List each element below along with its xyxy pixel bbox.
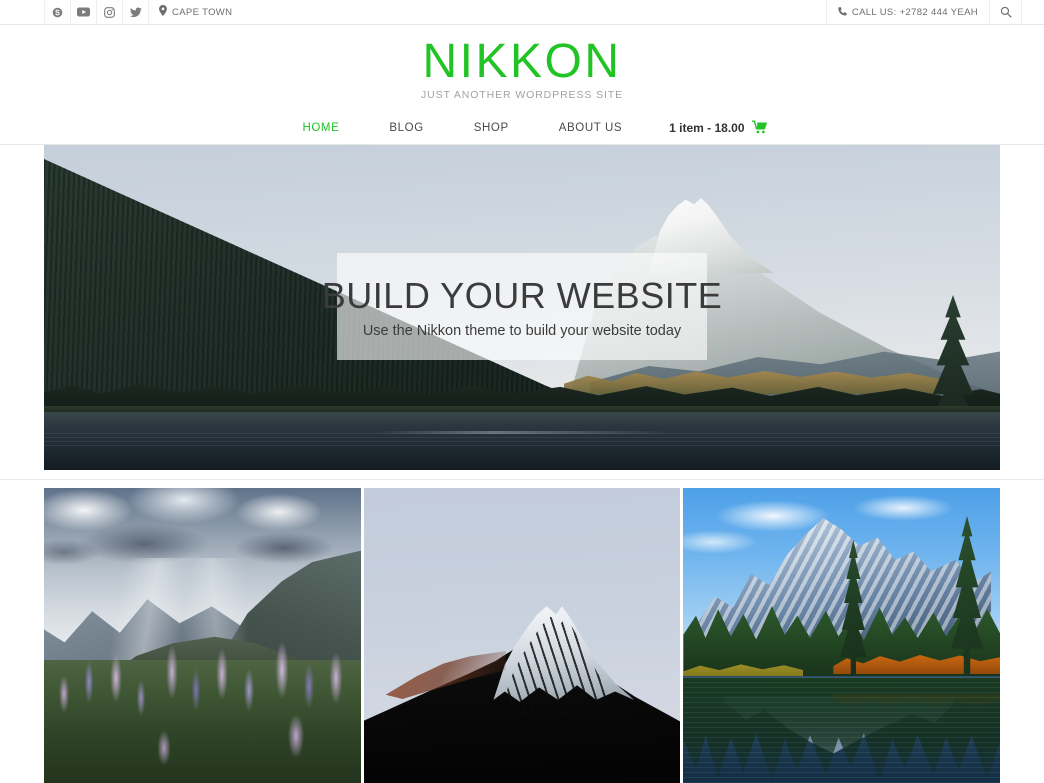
- youtube-icon[interactable]: [70, 0, 97, 24]
- location-indicator: CAPE TOWN: [148, 0, 243, 24]
- nav-item-blog[interactable]: BLOG: [364, 122, 448, 134]
- gallery-item-lupine-field[interactable]: [44, 488, 361, 783]
- nav-item-shop[interactable]: SHOP: [449, 122, 534, 134]
- hero-slide[interactable]: BUILD YOUR WEBSITE Use the Nikkon theme …: [44, 145, 1000, 470]
- hero-lake-shimmer: [44, 432, 1000, 446]
- site-tagline: JUST ANOTHER WORDPRESS SITE: [420, 89, 624, 101]
- search-icon[interactable]: [989, 0, 1022, 24]
- cart-link[interactable]: 1 item - 18.00: [647, 119, 767, 137]
- phone-indicator[interactable]: CALL US: +2782 444 YEAH: [825, 0, 990, 24]
- top-bar: CAPE TOWN CALL US: +2782 444 YEAH: [0, 0, 1044, 25]
- site-branding: NIKKON JUST ANOTHER WORDPRESS SITE: [0, 25, 1044, 102]
- top-bar-left: CAPE TOWN: [44, 0, 243, 24]
- twitter-icon[interactable]: [122, 0, 149, 24]
- nav-item-home[interactable]: HOME: [277, 122, 364, 134]
- hero-subtitle: Use the Nikkon theme to build your websi…: [362, 322, 682, 339]
- site-title[interactable]: NIKKON: [422, 35, 621, 88]
- location-text: CAPE TOWN: [172, 6, 233, 18]
- gallery-item-lake-reflection[interactable]: [683, 488, 1001, 783]
- hero-lake-glint: [374, 431, 674, 434]
- top-bar-right: CALL US: +2782 444 YEAH: [825, 0, 1022, 24]
- hero-section: BUILD YOUR WEBSITE Use the Nikkon theme …: [0, 145, 1044, 470]
- skype-icon[interactable]: [44, 0, 71, 24]
- gallery-item-volcanic-peak[interactable]: [363, 488, 681, 783]
- hero-caption-box: BUILD YOUR WEBSITE Use the Nikkon theme …: [322, 253, 722, 360]
- primary-navigation: HOME BLOG SHOP ABOUT US 1 item - 18.00: [0, 112, 1044, 145]
- hero-title: BUILD YOUR WEBSITE: [321, 274, 723, 316]
- cart-summary-text: 1 item - 18.00: [669, 121, 745, 135]
- shuksan-water-ripples: [683, 676, 1001, 783]
- nav-item-about-us[interactable]: ABOUT US: [534, 122, 647, 134]
- map-pin-icon: [159, 5, 167, 19]
- phone-icon: [838, 6, 847, 19]
- shopping-cart-icon: [751, 119, 767, 137]
- lupine-flowers: [44, 638, 361, 783]
- phone-text: CALL US: +2782 444 YEAH: [851, 6, 978, 18]
- instagram-icon[interactable]: [96, 0, 123, 24]
- image-gallery: [0, 480, 1044, 783]
